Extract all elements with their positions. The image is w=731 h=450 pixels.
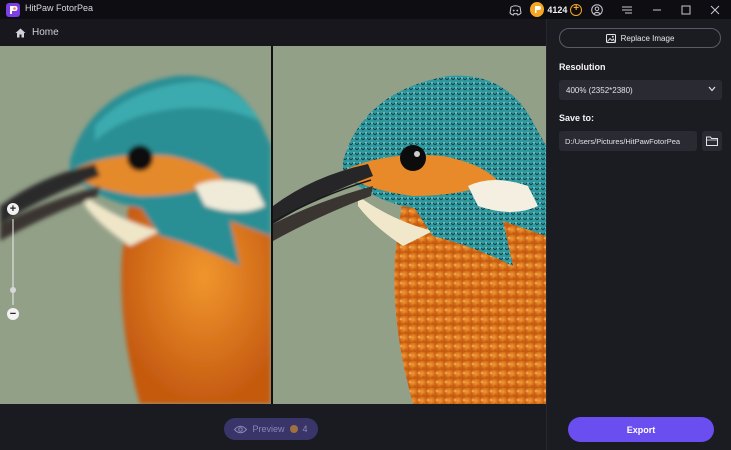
home-label: Home — [32, 27, 59, 38]
add-credits-icon[interactable]: + — [570, 3, 582, 16]
home-link[interactable]: Home — [15, 27, 59, 38]
comparison-view[interactable]: + − — [0, 46, 546, 404]
settings-panel: Replace Image Resolution 400% (2352*2380… — [546, 19, 731, 450]
coin-icon — [530, 2, 545, 17]
home-icon — [15, 28, 26, 37]
credits-display[interactable]: 4124 + — [530, 1, 582, 18]
preview-cost: 4 — [302, 424, 308, 434]
app-title: HitPaw FotorPea — [25, 3, 94, 13]
image-icon — [605, 33, 616, 43]
menu-icon[interactable] — [619, 2, 635, 18]
credit-count: 4124 — [547, 4, 568, 15]
account-icon[interactable] — [589, 2, 605, 18]
zoom-control: + − — [7, 203, 19, 321]
eye-icon — [234, 425, 248, 433]
zoom-out-button[interactable]: − — [7, 308, 19, 320]
original-image — [0, 46, 271, 404]
browse-folder-button[interactable] — [702, 131, 722, 151]
save-to-heading: Save to: — [559, 113, 595, 123]
save-path-value: D:/Users/Pictures/HitPawFotorPea — [565, 136, 681, 146]
title-bar: HitPaw FotorPea 4124 + — [0, 0, 731, 19]
replace-image-button[interactable]: Replace Image — [559, 28, 721, 48]
credit-gem-icon — [289, 425, 298, 433]
folder-icon — [706, 136, 718, 146]
app-logo-icon — [6, 3, 20, 17]
save-path-field[interactable]: D:/Users/Pictures/HitPawFotorPea — [559, 131, 697, 151]
replace-image-label: Replace Image — [620, 33, 675, 43]
zoom-slider-thumb[interactable] — [10, 286, 16, 293]
export-button[interactable]: Export — [568, 417, 714, 442]
enhanced-image — [273, 46, 546, 404]
minimize-icon[interactable] — [649, 2, 665, 18]
preview-label: Preview — [252, 424, 285, 434]
close-icon[interactable] — [707, 2, 723, 18]
resolution-heading: Resolution — [559, 62, 606, 72]
preview-button[interactable]: Preview 4 — [224, 418, 318, 440]
resolution-select[interactable]: 400% (2352*2380) — [559, 80, 722, 100]
zoom-in-button[interactable]: + — [7, 203, 19, 215]
maximize-icon[interactable] — [678, 2, 694, 18]
canvas-area: Home + − Preview 4 — [0, 19, 546, 450]
preview-bar: Preview 4 — [0, 404, 546, 450]
resolution-value: 400% (2352*2380) — [566, 85, 633, 95]
chevron-down-icon — [708, 86, 716, 92]
discord-icon[interactable] — [507, 2, 523, 18]
